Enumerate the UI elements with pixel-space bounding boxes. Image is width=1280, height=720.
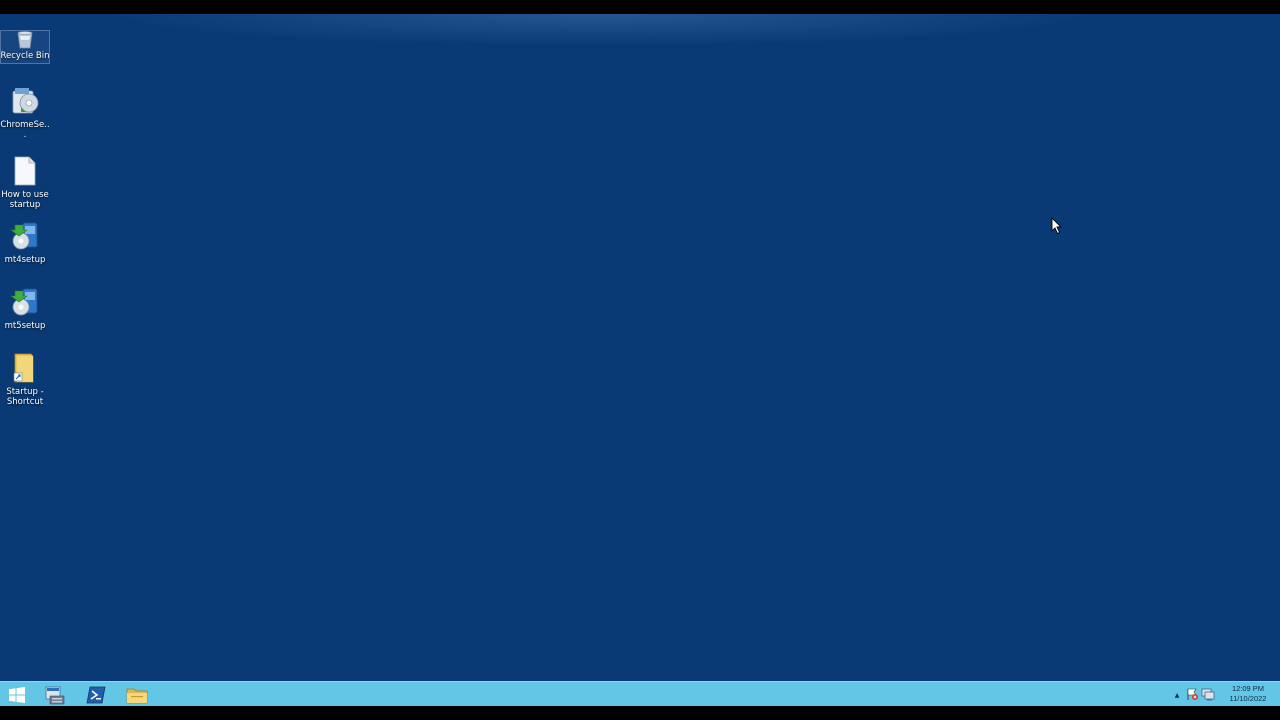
chrome-setup-icon [8, 84, 42, 118]
mouse-cursor-icon [1051, 217, 1063, 235]
desktop-icon-label: How to use startup [1, 190, 49, 210]
taskbar-server-manager-button[interactable] [35, 682, 75, 707]
desktop-icon-chrome-setup[interactable]: ChromeSe... [0, 84, 50, 140]
taskbar-file-explorer-button[interactable] [117, 682, 157, 707]
screen-bottom-border [0, 706, 1280, 720]
installer-icon [8, 285, 42, 319]
installer-icon [8, 219, 42, 253]
desktop-icon-how-to-use-startup[interactable]: How to use startup [0, 154, 50, 210]
taskbar: ▲ 12:09 PM 11/10/2022 [0, 681, 1280, 706]
show-hidden-icons-button[interactable]: ▲ [1170, 688, 1184, 702]
desktop-icon-label: mt4setup [4, 255, 46, 265]
desktop-icon-recycle-bin[interactable]: Recycle Bin [0, 30, 50, 64]
powershell-icon [86, 686, 106, 703]
text-document-icon [8, 154, 42, 188]
screen: Recycle Bin ChromeSe... How to use start… [0, 0, 1280, 720]
chevron-up-icon: ▲ [1174, 691, 1180, 699]
desktop-icon-mt4setup[interactable]: mt4setup [0, 219, 50, 265]
network-icon[interactable] [1201, 687, 1215, 701]
recycle-bin-icon [8, 31, 42, 49]
desktop-icon-label: ChromeSe... [0, 120, 50, 140]
desktop-icon-label: Recycle Bin [0, 51, 50, 61]
desktop-icon-label: mt5setup [4, 321, 46, 331]
action-center-flag-icon[interactable] [1185, 687, 1199, 701]
windows-logo-icon [9, 686, 25, 703]
taskbar-clock[interactable]: 12:09 PM 11/10/2022 [1216, 684, 1280, 704]
folder-shortcut-icon [8, 351, 42, 385]
desktop-icon-label: Startup - Shortcut [6, 387, 44, 407]
server-manager-icon [45, 686, 65, 704]
desktop-icon-mt5setup[interactable]: mt5setup [0, 285, 50, 331]
system-tray: ▲ 12:09 PM 11/10/2022 [1170, 682, 1280, 707]
desktop-icon-startup-shortcut[interactable]: Startup - Shortcut [0, 351, 50, 407]
clock-date: 11/10/2022 [1229, 694, 1267, 703]
desktop[interactable]: Recycle Bin ChromeSe... How to use start… [0, 14, 1280, 681]
start-button[interactable] [0, 682, 34, 707]
desktop-glow [0, 14, 1280, 64]
taskbar-powershell-button[interactable] [76, 682, 116, 707]
clock-time: 12:09 PM [1231, 684, 1265, 693]
folder-icon [126, 688, 148, 703]
